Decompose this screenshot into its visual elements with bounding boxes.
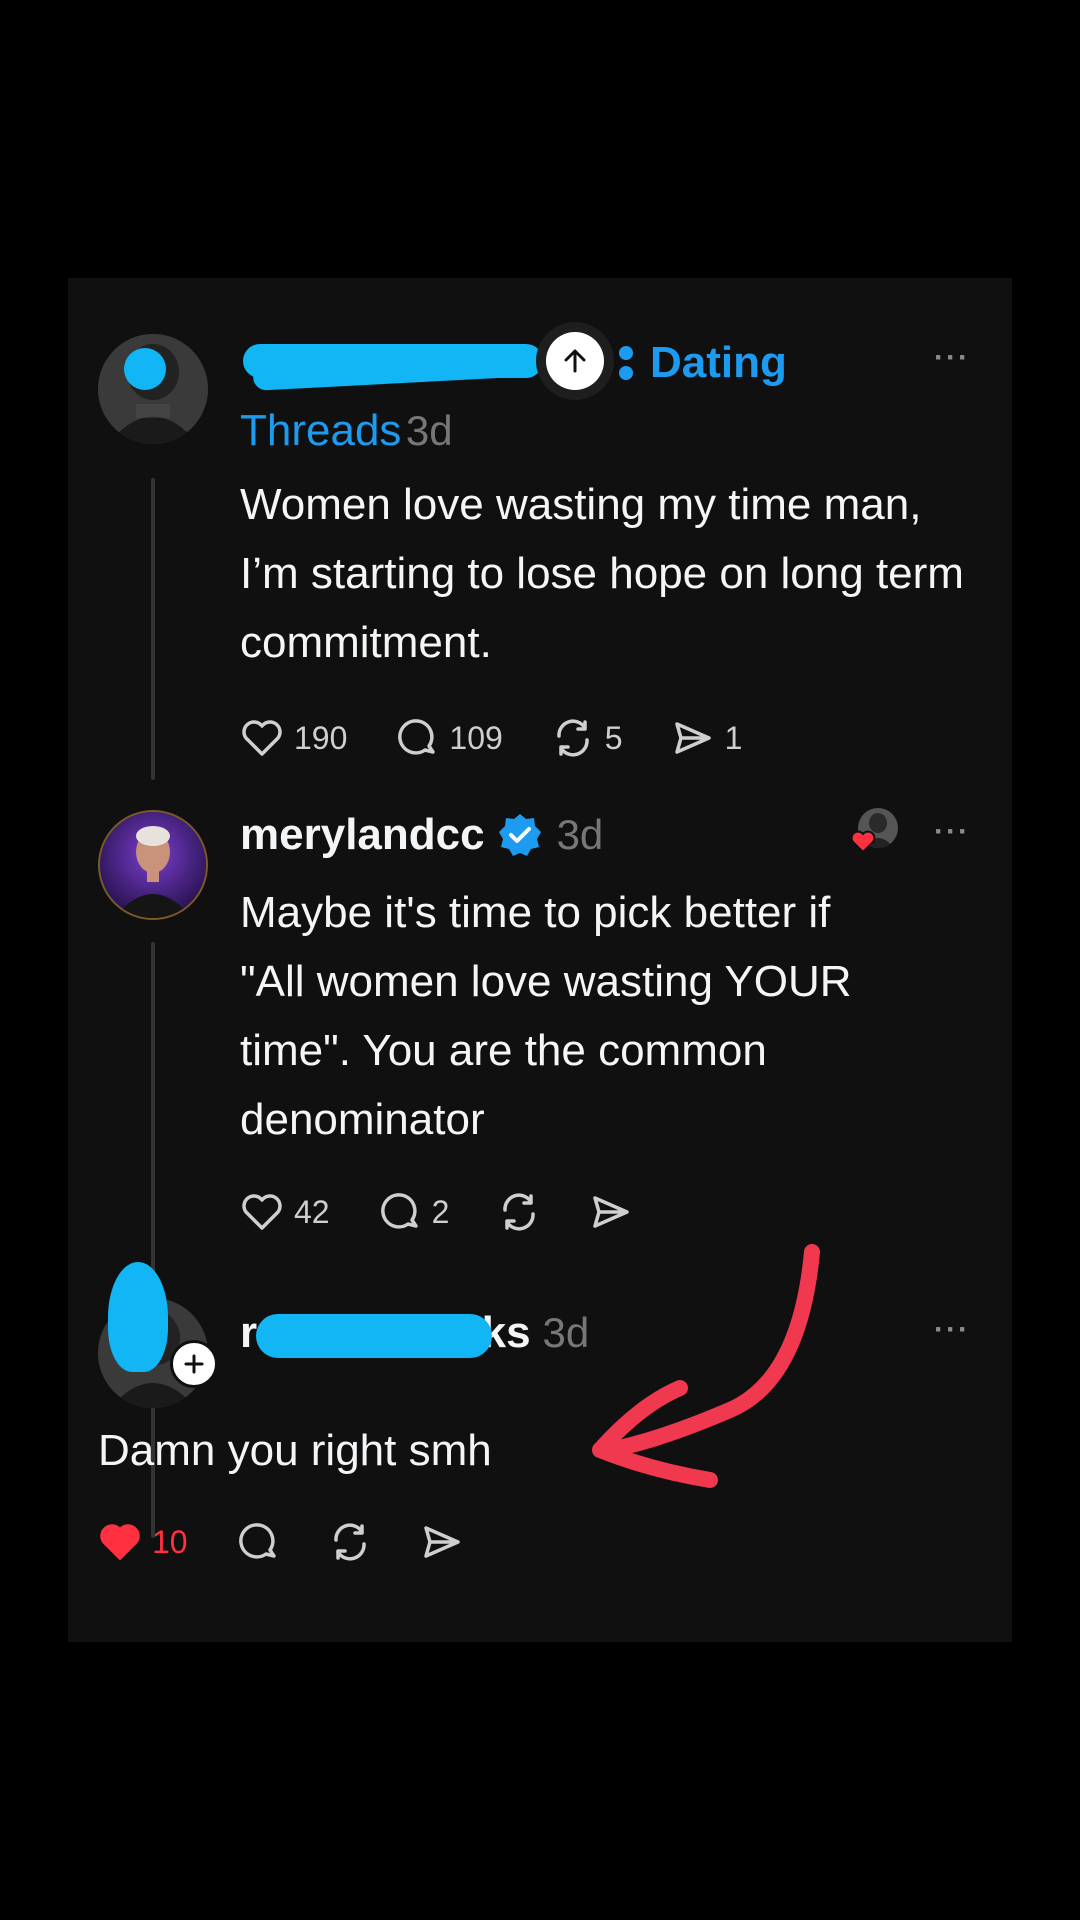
arrow-annotation bbox=[592, 1244, 820, 1488]
